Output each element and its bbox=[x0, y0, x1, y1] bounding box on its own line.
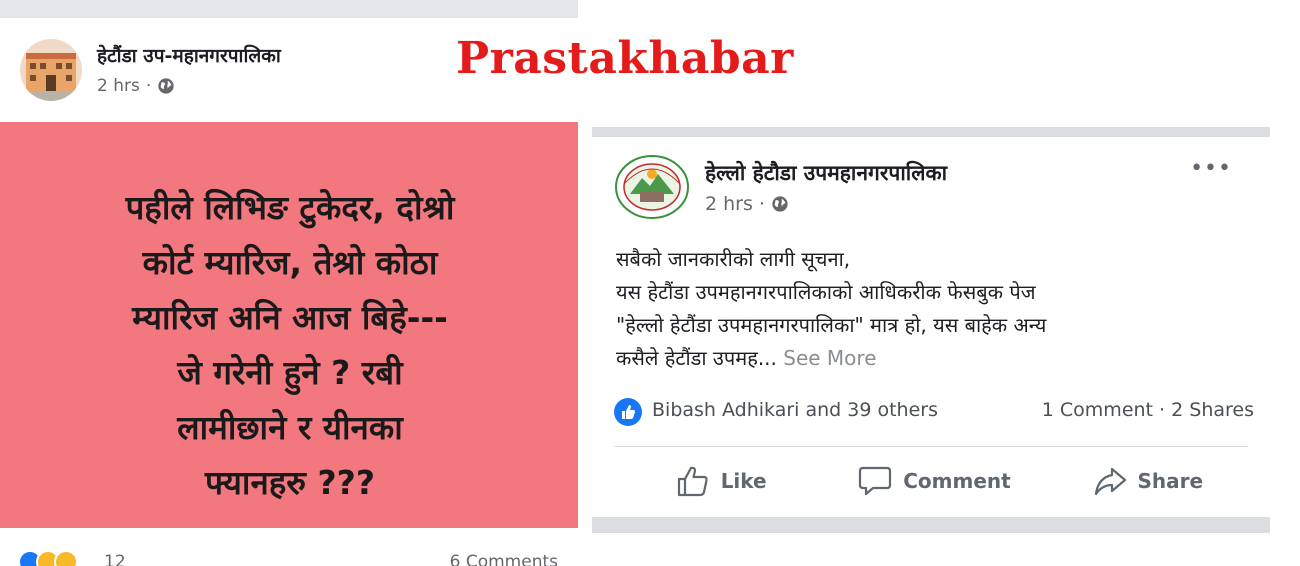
post-body-line: "हेल्लो हेटौंडा उपमहानगरपालिका" मात्र हो… bbox=[616, 313, 1047, 337]
right-post-time[interactable]: 2 hrs bbox=[705, 193, 753, 215]
share-button[interactable]: Share bbox=[1041, 459, 1254, 503]
left-post-top-separator bbox=[0, 0, 578, 18]
comment-button[interactable]: Comment bbox=[827, 459, 1040, 503]
post-stats: Bibash Adhikari and 39 others 1 Comment … bbox=[614, 396, 1254, 426]
globe-icon bbox=[158, 78, 174, 94]
share-count[interactable]: 2 Shares bbox=[1171, 399, 1254, 421]
post-body: सबैको जानकारीको लागी सूचना, यस हेटौंडा उ… bbox=[616, 243, 1256, 375]
like-label: Like bbox=[720, 469, 767, 493]
globe-icon bbox=[772, 196, 788, 212]
engagement-counts: 1 Comment · 2 Shares bbox=[1042, 399, 1254, 421]
comments-count[interactable]: 6 Comments bbox=[450, 552, 558, 566]
actions-divider bbox=[614, 446, 1248, 447]
share-icon bbox=[1094, 467, 1126, 496]
more-options-icon[interactable]: ••• bbox=[1190, 158, 1232, 180]
left-post-time[interactable]: 2 hrs bbox=[97, 76, 140, 96]
right-post-card: हेल्लो हेटौडा उपमहानगरपालिका 2 hrs · •••… bbox=[592, 137, 1270, 517]
reaction-icons[interactable] bbox=[18, 550, 78, 566]
post-body-line: यस हेटौंडा उपमहानगरपालिकाको आधिकरीक फेसब… bbox=[616, 280, 1036, 304]
left-page-name[interactable]: हेटौंडा उप-महानगरपालिका bbox=[97, 42, 281, 68]
count-separator: · bbox=[1159, 399, 1172, 421]
left-post-footer: 12 6 Comments bbox=[0, 550, 578, 566]
watermark-logo: Prastakhabar bbox=[456, 33, 794, 84]
right-page-name[interactable]: हेल्लो हेटौडा उपमहानगरपालिका bbox=[705, 159, 947, 187]
left-post-card: हेटौंडा उप-महानगरपालिका 2 hrs · पहीले लि… bbox=[0, 18, 578, 566]
share-label: Share bbox=[1137, 469, 1204, 493]
post-image-panel[interactable]: पहीले लिभिङ टुकेदर, दोश्रो कोर्ट म्यारिज… bbox=[0, 122, 578, 528]
post-body-line: सबैको जानकारीको लागी सूचना, bbox=[616, 247, 851, 271]
comment-count[interactable]: 1 Comment bbox=[1042, 399, 1153, 421]
comment-label: Comment bbox=[903, 469, 1011, 493]
likers-text[interactable]: Bibash Adhikari and 39 others bbox=[652, 399, 938, 421]
like-icon bbox=[614, 398, 642, 426]
haha-icon bbox=[54, 550, 78, 566]
right-post-meta: 2 hrs · bbox=[705, 193, 789, 215]
left-page-avatar[interactable] bbox=[20, 39, 82, 101]
post-image-text: पहीले लिभिङ टुकेदर, दोश्रो कोर्ट म्यारिज… bbox=[125, 188, 455, 502]
right-post-top-separator bbox=[592, 127, 1270, 137]
meta-dot: · bbox=[758, 193, 765, 215]
meta-dot: · bbox=[145, 76, 152, 96]
see-more-link[interactable]: See More bbox=[783, 346, 876, 370]
comment-icon bbox=[859, 466, 892, 496]
right-post-bottom-separator bbox=[592, 517, 1270, 533]
post-actions: Like Comment Share bbox=[614, 459, 1254, 503]
post-body-last-line: कसैले हेटौंडा उपमह... See More bbox=[616, 342, 1256, 375]
like-button[interactable]: Like bbox=[614, 459, 827, 503]
reaction-count[interactable]: 12 bbox=[104, 552, 126, 566]
left-post-meta: 2 hrs · bbox=[97, 76, 175, 96]
right-page-avatar[interactable] bbox=[614, 154, 690, 220]
post-body-line: कसैले हेटौंडा उपमह... bbox=[616, 346, 777, 370]
thumbs-up-icon bbox=[677, 466, 708, 497]
